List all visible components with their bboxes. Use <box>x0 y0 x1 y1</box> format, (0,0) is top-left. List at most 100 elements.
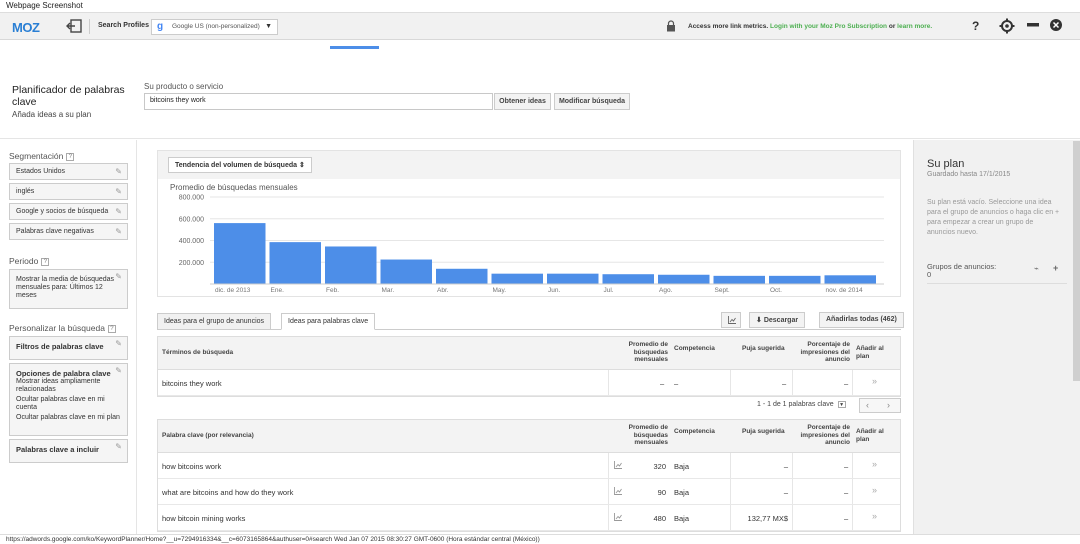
add-to-plan-button[interactable]: » <box>872 376 877 386</box>
chevron-right-icon[interactable]: › <box>887 400 890 410</box>
segment-language[interactable]: inglés ✎ <box>9 183 128 200</box>
col-avg[interactable]: Promedio de búsquedas mensuales <box>610 341 668 364</box>
trend-chart-icon[interactable] <box>614 461 622 471</box>
help-icon[interactable]: ? <box>66 152 75 161</box>
avg-cell: 90 <box>657 488 666 497</box>
segment-network[interactable]: Google y socios de búsqueda ✎ <box>9 203 128 220</box>
col-share[interactable]: Porcentaje de impresiones del anuncio <box>794 424 851 447</box>
chart-bar[interactable] <box>602 274 655 284</box>
col-competition[interactable]: Competencia <box>674 345 715 353</box>
segment-negative-keywords[interactable]: Palabras clave negativas ✎ <box>9 223 128 240</box>
chart-bar[interactable] <box>325 246 377 284</box>
status-bar-url: https://adwords.google.com/ko/KeywordPla… <box>0 534 1080 544</box>
chart-bar[interactable] <box>658 274 710 284</box>
close-icon[interactable] <box>1050 19 1062 31</box>
x-tick-label: nov. de 2014 <box>826 287 863 294</box>
bid-cell: – <box>783 462 788 471</box>
trend-chart-icon[interactable] <box>614 487 622 497</box>
chart-bar[interactable] <box>380 259 433 284</box>
pagination-buttons: ‹ › <box>859 398 901 413</box>
gear-icon[interactable] <box>999 18 1015 34</box>
share-cell: – <box>844 462 849 471</box>
help-icon[interactable]: ? <box>972 19 979 33</box>
help-icon[interactable]: ? <box>107 324 116 333</box>
chart-icon[interactable]: ⌁ <box>1034 265 1039 273</box>
product-label: Su producto o servicio <box>144 82 224 91</box>
plan-panel: Su plan Guardado hasta 17/1/2015 Su plan… <box>913 140 1080 544</box>
plan-empty-message: Su plan está vacío. Seleccione una idea … <box>927 199 1060 236</box>
col-term[interactable]: Términos de búsqueda <box>162 349 233 357</box>
download-button[interactable]: ⬇ Descargar <box>749 312 806 328</box>
col-bid[interactable]: Puja sugerida <box>742 428 785 436</box>
col-share[interactable]: Porcentaje de impresiones del anuncio <box>794 341 851 364</box>
search-profile-select[interactable]: g Google US (non-personalized) ▼ <box>151 19 278 35</box>
chart-bar[interactable] <box>491 273 544 284</box>
y-tick-label: 400.000 <box>179 238 204 245</box>
search-terms-table: Términos de búsqueda Promedio de búsqued… <box>157 336 901 397</box>
trend-chart-icon[interactable] <box>614 513 622 523</box>
minimize-icon[interactable] <box>1027 21 1039 31</box>
period-selector[interactable]: Mostrar la media de búsquedas mensuales … <box>9 269 128 309</box>
pencil-icon: ✎ <box>115 187 122 196</box>
col-add[interactable]: Añadir al plan <box>856 345 892 360</box>
x-tick-label: Ago. <box>659 287 673 294</box>
keyword-cell: what are bitcoins and how do they work <box>162 488 294 497</box>
trend-selector-button[interactable]: Tendencia del volumen de búsqueda ⇕ <box>168 157 312 173</box>
x-tick-label: Jun. <box>548 287 560 294</box>
add-all-button[interactable]: Añadirlas todas (462) <box>819 312 904 328</box>
access-metrics-text: Access more link metrics. Login with you… <box>688 23 933 30</box>
search-volume-chart: Tendencia del volumen de búsqueda ⇕ Prom… <box>157 150 901 297</box>
logout-icon[interactable] <box>66 19 82 33</box>
get-ideas-button[interactable]: Obtener ideas <box>494 93 551 110</box>
col-competition[interactable]: Competencia <box>674 428 715 436</box>
login-link[interactable]: Login with your Moz Pro Subscription <box>770 23 887 30</box>
add-to-plan-button[interactable]: » <box>872 459 877 469</box>
chart-bar[interactable] <box>824 275 877 284</box>
segment-location[interactable]: Estados Unidos ✎ <box>9 163 128 180</box>
x-tick-label: Jul. <box>604 287 614 294</box>
col-bid[interactable]: Puja sugerida <box>742 345 785 353</box>
add-to-plan-button[interactable]: » <box>872 511 877 521</box>
x-tick-label: Abr. <box>437 287 449 294</box>
chart-bar[interactable] <box>269 242 322 284</box>
scrollbar[interactable] <box>1073 141 1080 381</box>
help-icon[interactable]: ? <box>41 257 50 266</box>
tab-ad-group-ideas[interactable]: Ideas para el grupo de anuncios <box>157 313 272 330</box>
col-add[interactable]: Añadir al plan <box>856 428 892 443</box>
keyword-filters[interactable]: Filtros de palabras clave ✎ <box>9 336 128 360</box>
page-tab-indicator <box>330 46 379 49</box>
avg-cell: 480 <box>653 514 666 523</box>
chevron-down-icon[interactable]: ▼ <box>837 401 846 408</box>
chart-toolbar: Tendencia del volumen de búsqueda ⇕ <box>158 151 900 179</box>
add-to-plan-button[interactable]: » <box>872 485 877 495</box>
chevron-left-icon[interactable]: ‹ <box>866 400 869 410</box>
pencil-icon: ✎ <box>115 366 122 375</box>
period-heading: Periodo? <box>9 256 50 266</box>
chart-bar[interactable] <box>214 223 266 284</box>
chart-bar[interactable] <box>436 268 488 284</box>
chart-bar[interactable] <box>769 275 821 284</box>
chart-toggle-button[interactable] <box>721 312 741 328</box>
keywords-to-include[interactable]: Palabras clave a incluir ✎ <box>9 439 128 463</box>
col-avg[interactable]: Promedio de búsquedas mensuales <box>610 424 668 447</box>
col-keyword[interactable]: Palabra clave (por relevancia) <box>162 432 254 440</box>
product-input[interactable]: bitcoins they work <box>144 93 493 110</box>
competition-cell: Baja <box>674 488 690 497</box>
modify-search-button[interactable]: Modificar búsqueda <box>554 93 630 110</box>
chart-canvas: 800.000 600.000 400.000 200.000 dic. de 2013… <box>179 195 884 294</box>
learn-more-link[interactable]: learn more. <box>897 23 932 30</box>
page-subtitle: Añada ideas a su plan <box>12 110 92 119</box>
moz-logo[interactable]: MOZ <box>12 20 40 35</box>
add-icon[interactable]: + <box>1053 264 1058 273</box>
moz-toolbar: MOZ Search Profiles g Google US (non-per… <box>0 13 1080 40</box>
chart-bar[interactable] <box>713 275 766 284</box>
keyword-cell: how bitcoins work <box>162 462 222 471</box>
pencil-icon: ✎ <box>115 272 122 281</box>
chart-bar[interactable] <box>547 273 599 284</box>
table-header: Palabra clave (por relevancia) Promedio … <box>158 420 900 453</box>
share-cell: – <box>844 379 849 388</box>
tab-keyword-ideas[interactable]: Ideas para palabras clave <box>281 313 376 330</box>
keyword-options[interactable]: Opciones de palabra clave Mostrar ideas … <box>9 363 128 436</box>
avg-cell: 320 <box>653 462 666 471</box>
x-tick-label: Mar. <box>382 287 395 294</box>
